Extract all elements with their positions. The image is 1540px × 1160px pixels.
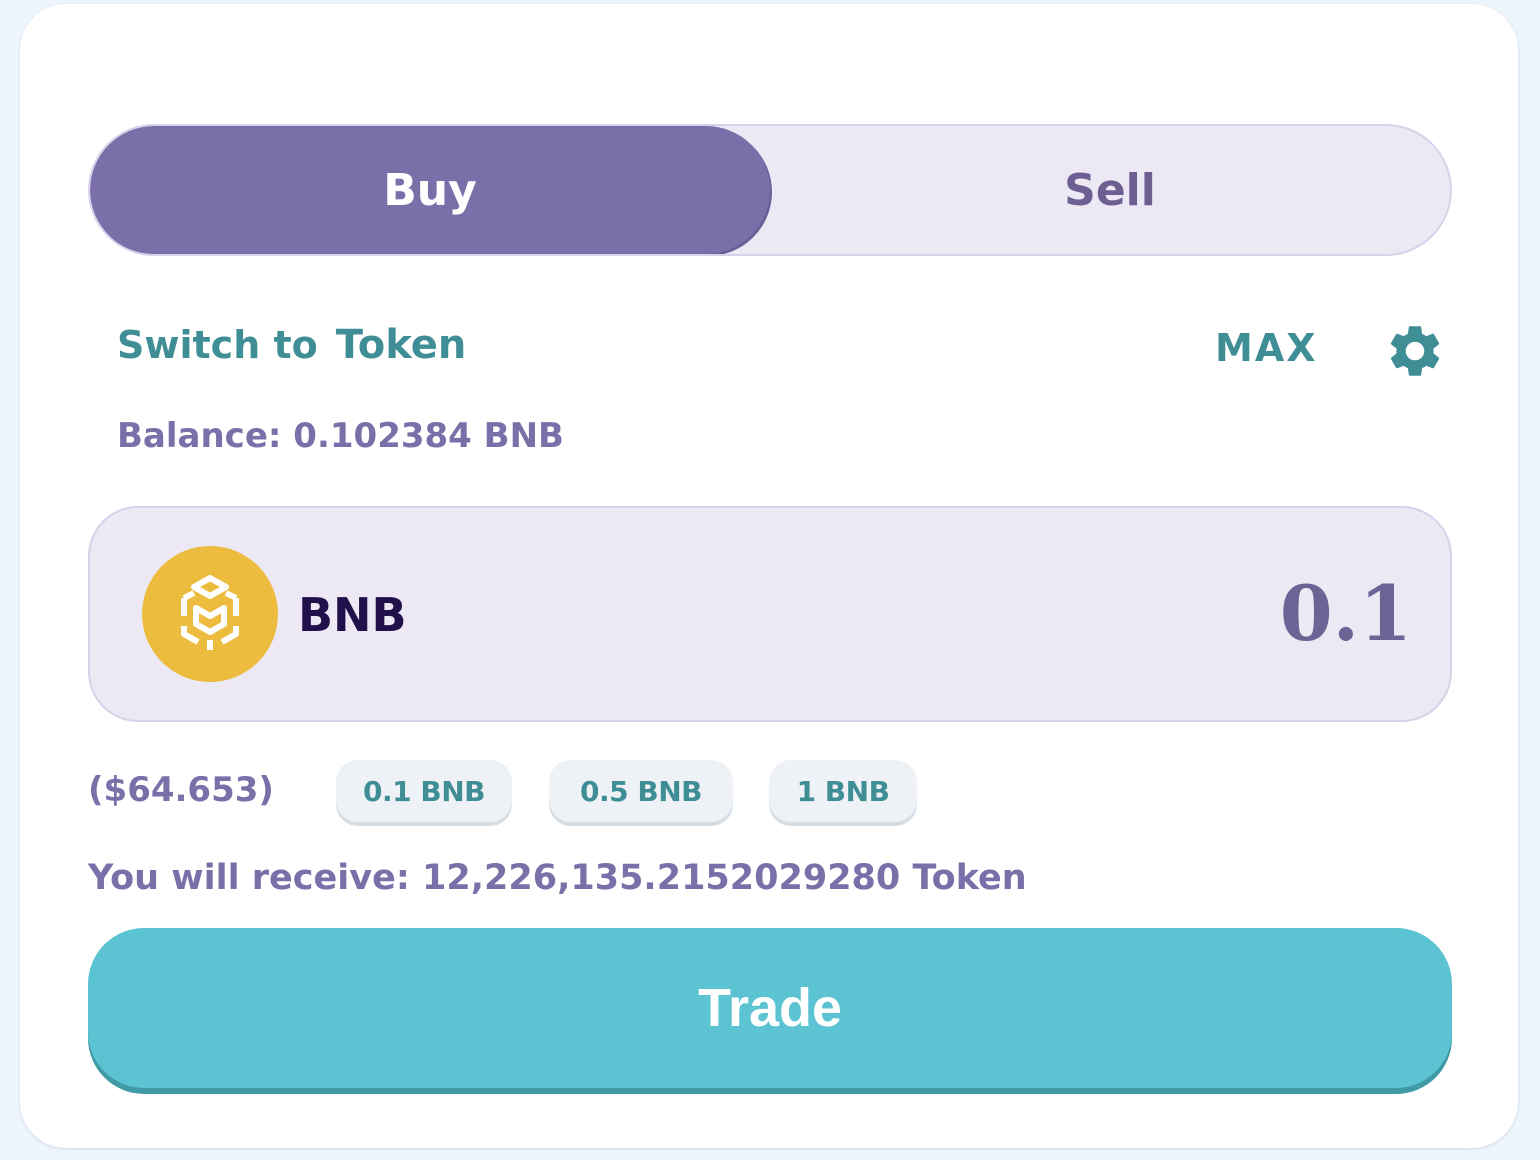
trade-button[interactable]: Trade — [88, 928, 1452, 1088]
buy-sell-toggle: Buy Sell — [88, 124, 1452, 256]
receive-text: You will receive: 12,226,135.2152029280 … — [88, 858, 1027, 898]
max-button[interactable]: MAX — [1215, 326, 1318, 370]
preset-0-5-bnb-button[interactable]: 0.5 BNB — [549, 760, 733, 822]
amount-input[interactable] — [912, 568, 1412, 658]
receive-symbol: Token — [912, 858, 1027, 898]
bnb-logo-icon — [142, 546, 278, 682]
balance-text: Balance: 0.102384 BNB — [117, 416, 564, 456]
amount-input-box: BNB — [88, 506, 1452, 722]
receive-label: You will receive: — [88, 858, 410, 898]
switch-currency-link[interactable]: Switch to Token — [117, 322, 466, 368]
coin-name: BNB — [298, 588, 407, 642]
switch-prefix: Switch to — [117, 323, 318, 367]
preset-0-1-bnb-button[interactable]: 0.1 BNB — [336, 760, 512, 822]
usd-value: ($64.653) — [88, 770, 274, 810]
preset-1-bnb-button[interactable]: 1 BNB — [769, 760, 917, 822]
tab-buy[interactable]: Buy — [90, 126, 770, 254]
switch-target-token[interactable]: Token — [336, 322, 467, 368]
gear-icon[interactable] — [1384, 320, 1446, 382]
tab-sell[interactable]: Sell — [770, 126, 1450, 254]
receive-amount: 12,226,135.2152029280 — [422, 858, 901, 898]
